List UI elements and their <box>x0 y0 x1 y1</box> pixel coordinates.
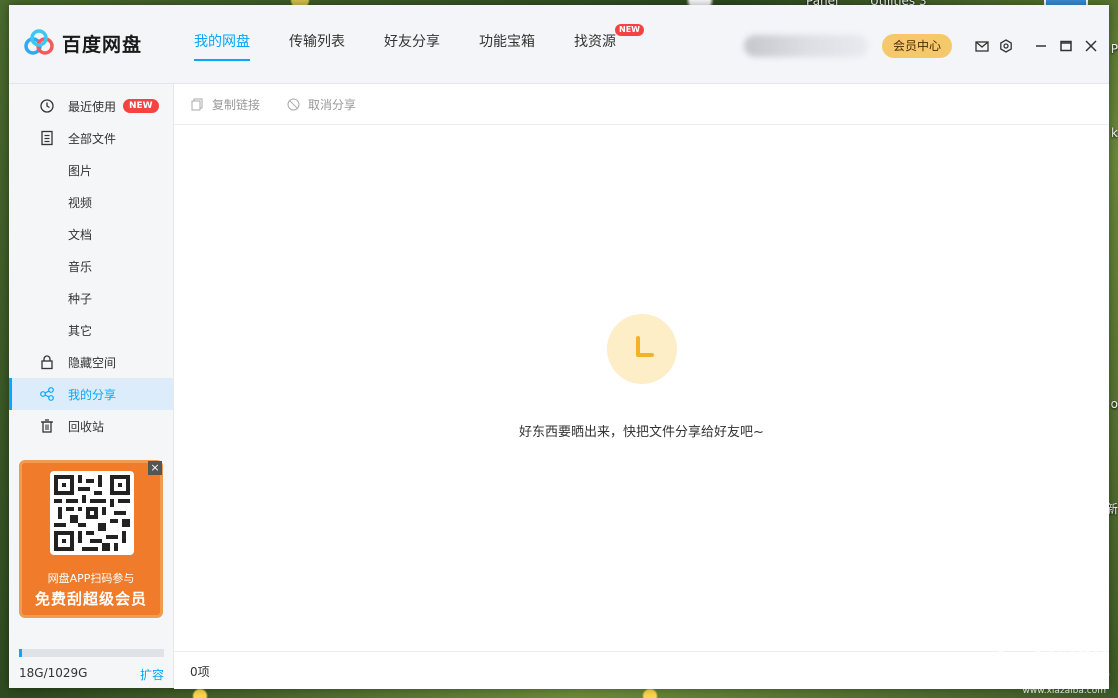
sidebar-item-label: 全部文件 <box>68 131 117 146</box>
title-bar: 百度网盘 我的网盘 传输列表 好友分享 功能宝箱 找资源 NEW 会员中心 <box>9 5 1109 84</box>
empty-state-icon <box>607 314 677 384</box>
storage-usage-fill <box>19 649 22 657</box>
desktop-edge-text: P <box>1110 42 1118 56</box>
sidebar-item-recent[interactable]: 最近使用 NEW <box>9 90 173 122</box>
desktop-edge-text: k <box>1111 126 1118 140</box>
expand-storage-link[interactable]: 扩容 <box>140 666 164 683</box>
sidebar-item-label: 图片 <box>68 163 93 178</box>
document-icon <box>41 130 53 146</box>
copy-icon <box>191 98 203 111</box>
toolbar: 复制链接 取消分享 <box>174 84 1109 125</box>
sidebar-item-label: 音乐 <box>68 259 93 274</box>
cancel-share-label: 取消分享 <box>308 98 357 112</box>
trash-icon <box>41 419 53 433</box>
sidebar-item-my-shares[interactable]: 我的分享 <box>9 378 173 410</box>
sidebar-item-torrents[interactable]: 种子 <box>9 282 173 314</box>
desktop-edge-text: o <box>1110 397 1118 411</box>
close-icon[interactable] <box>1083 38 1099 54</box>
tab-friend-share[interactable]: 好友分享 <box>384 31 440 61</box>
sidebar-item-images[interactable]: 图片 <box>9 154 173 186</box>
tab-my-disk[interactable]: 我的网盘 <box>194 31 250 61</box>
sidebar-item-videos[interactable]: 视频 <box>9 186 173 218</box>
share-icon <box>40 387 54 401</box>
sidebar-item-hidden-space[interactable]: 隐藏空间 <box>9 346 173 378</box>
mail-icon[interactable] <box>974 38 990 54</box>
lock-icon <box>41 355 53 370</box>
vip-center-button[interactable]: 会员中心 <box>882 34 952 58</box>
copy-link-label: 复制链接 <box>212 98 261 112</box>
sidebar-item-documents[interactable]: 文档 <box>9 218 173 250</box>
user-account[interactable] <box>744 35 868 57</box>
watermark-logo: 下载吧 <box>979 640 1112 689</box>
new-badge: NEW <box>615 24 644 36</box>
empty-state-message: 好东西要晒出来，快把文件分享给好友吧~ <box>519 425 764 440</box>
tab-toolbox[interactable]: 功能宝箱 <box>479 31 535 61</box>
cancel-icon <box>287 98 300 111</box>
copy-link-button[interactable]: 复制链接 <box>191 96 260 113</box>
clock-icon <box>40 99 54 113</box>
app-window: 百度网盘 我的网盘 传输列表 好友分享 功能宝箱 找资源 NEW 会员中心 最近… <box>9 5 1109 689</box>
main-nav: 我的网盘 传输列表 好友分享 功能宝箱 找资源 NEW <box>194 24 655 61</box>
sidebar-item-label: 文档 <box>68 227 93 242</box>
app-logo: 百度网盘 <box>24 29 142 57</box>
tab-find-resources[interactable]: 找资源 NEW <box>574 24 644 61</box>
qr-code <box>50 471 134 555</box>
sidebar-item-label: 隐藏空间 <box>68 355 117 370</box>
sidebar: 最近使用 NEW 全部文件 图片 视频 文档 音乐 种子 其它 隐藏空间 我的分… <box>9 84 174 688</box>
tab-find-resources-label: 找资源 <box>574 34 616 50</box>
sidebar-item-other[interactable]: 其它 <box>9 314 173 346</box>
watermark-url: www.xiazaiba.com <box>1022 686 1106 696</box>
storage-usage-bar <box>19 649 164 657</box>
sidebar-item-label: 我的分享 <box>68 387 117 402</box>
new-badge: NEW <box>123 99 159 113</box>
promo-close-button[interactable]: × <box>148 461 162 475</box>
item-count: 0项 <box>190 665 210 679</box>
sidebar-item-music[interactable]: 音乐 <box>9 250 173 282</box>
maximize-icon[interactable] <box>1058 38 1074 54</box>
promo-text-line1: 网盘APP扫码参与 <box>47 572 135 585</box>
sidebar-item-label: 视频 <box>68 195 93 210</box>
cancel-share-button[interactable]: 取消分享 <box>287 96 356 113</box>
sidebar-item-all-files[interactable]: 全部文件 <box>9 122 173 154</box>
storage-usage-text: 18G/1029G <box>19 666 88 680</box>
sidebar-item-label: 最近使用 <box>68 99 117 114</box>
share-empty-icon <box>636 336 654 357</box>
qr-code-icon <box>54 475 130 551</box>
sidebar-item-label: 种子 <box>68 291 93 306</box>
sidebar-item-recycle-bin[interactable]: 回收站 <box>9 410 173 442</box>
promo-text-line2: 免费刮超级会员 <box>34 590 147 608</box>
baidu-cloud-logo-icon <box>24 29 54 55</box>
settings-icon[interactable] <box>998 38 1014 54</box>
status-bar: 0项 <box>174 651 1109 689</box>
sidebar-item-label: 回收站 <box>68 419 105 434</box>
promo-banner[interactable]: × 网盘APP扫码参与 免费刮超级会员 <box>19 460 163 618</box>
sidebar-item-label: 其它 <box>68 323 93 338</box>
app-name: 百度网盘 <box>62 33 143 56</box>
tab-transfer-list[interactable]: 传输列表 <box>289 31 345 61</box>
minimize-icon[interactable] <box>1033 38 1049 54</box>
